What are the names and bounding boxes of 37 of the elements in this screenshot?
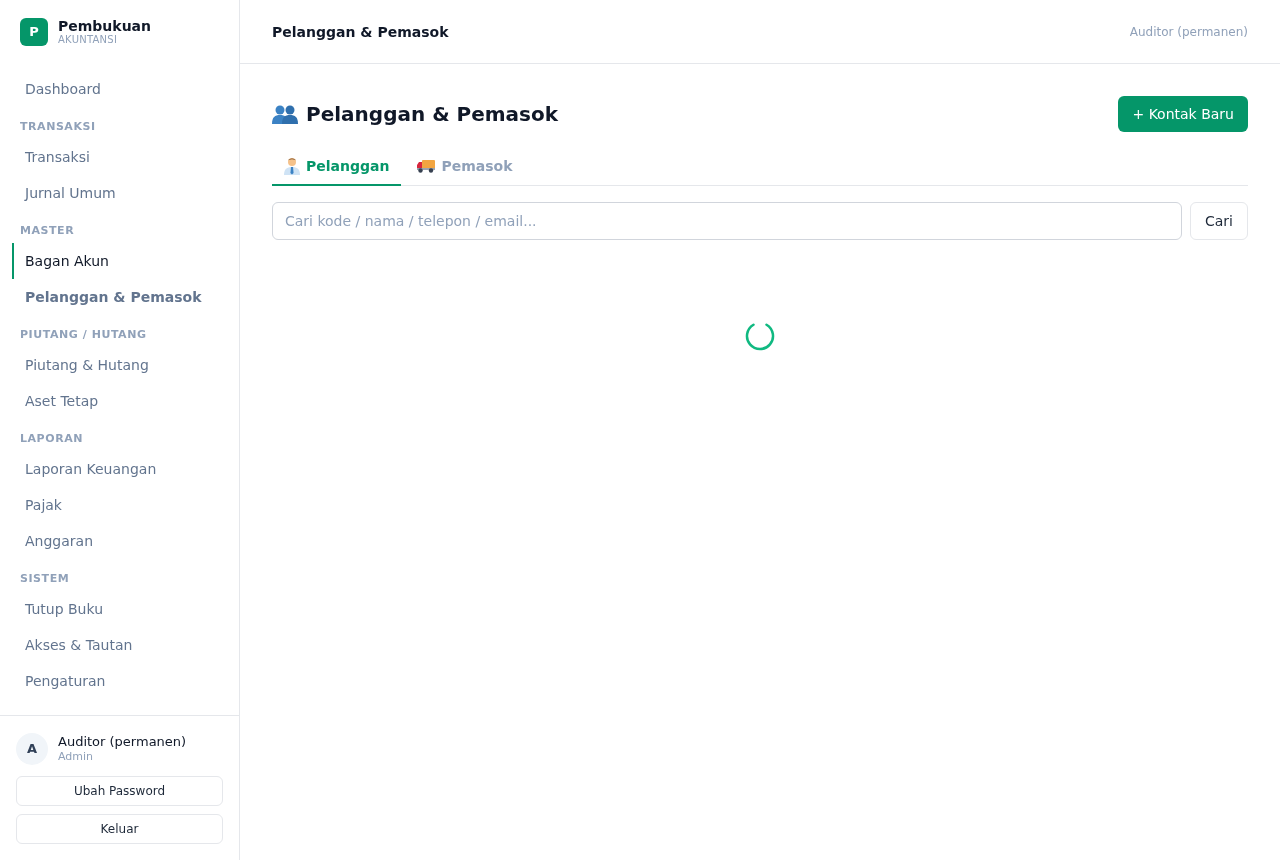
user-role: Admin: [58, 750, 95, 764]
nav-item[interactable]: Anggaran: [12, 523, 227, 559]
nav-item[interactable]: Piutang & Hutang: [12, 347, 227, 383]
tab[interactable]: Pemasok: [405, 146, 525, 186]
people-icon: [272, 104, 298, 124]
nav-item[interactable]: Tutup Buku: [12, 591, 227, 627]
app-name: Pembukuan: [58, 18, 152, 34]
new-contact-button[interactable]: + Kontak Baru: [1118, 96, 1248, 132]
app-subtitle: AKUNTANSI: [58, 34, 119, 46]
nav-item[interactable]: Transaksi: [12, 139, 227, 175]
topbar-title: Pelanggan & Pemasok: [272, 22, 449, 42]
nav-item[interactable]: Pajak: [12, 487, 227, 523]
search-button[interactable]: Cari: [1190, 202, 1248, 240]
nav-item[interactable]: Pelanggan & Pemasok: [12, 279, 227, 315]
tab[interactable]: Pelanggan: [272, 146, 402, 186]
user-avatar: A: [16, 733, 48, 765]
page-title: Pelanggan & Pemasok: [306, 101, 559, 128]
nav-item[interactable]: Dashboard: [12, 71, 227, 107]
nav-section-label: MASTER: [19, 223, 76, 239]
nav-section-label: PIUTANG / HUTANG: [19, 327, 148, 343]
truck-icon: [417, 159, 436, 173]
logo-mark: P: [20, 18, 48, 46]
sidebar-button[interactable]: Ubah Password: [16, 776, 223, 806]
nav-section-label: TRANSAKSI: [19, 119, 97, 135]
nav-item[interactable]: Akses & Tautan: [12, 627, 227, 663]
nav-item[interactable]: Bagan Akun: [12, 243, 227, 279]
nav-item[interactable]: Pengaturan: [12, 663, 227, 699]
user-name: Auditor (permanen): [58, 734, 187, 750]
nav-section-label: LAPORAN: [19, 431, 84, 447]
nav-section-label: SISTEM: [19, 571, 71, 587]
sidebar-button[interactable]: Keluar: [16, 814, 223, 844]
person-with-tie-icon: [284, 157, 300, 175]
search-field[interactable]: Cari kode / nama / telepon / email...: [272, 202, 1182, 240]
topbar-user: Auditor (permanen): [1129, 23, 1248, 40]
nav-item[interactable]: Laporan Keuangan: [12, 451, 227, 487]
nav-item[interactable]: Aset Tetap: [12, 383, 227, 419]
nav-item[interactable]: Jurnal Umum: [12, 175, 227, 211]
